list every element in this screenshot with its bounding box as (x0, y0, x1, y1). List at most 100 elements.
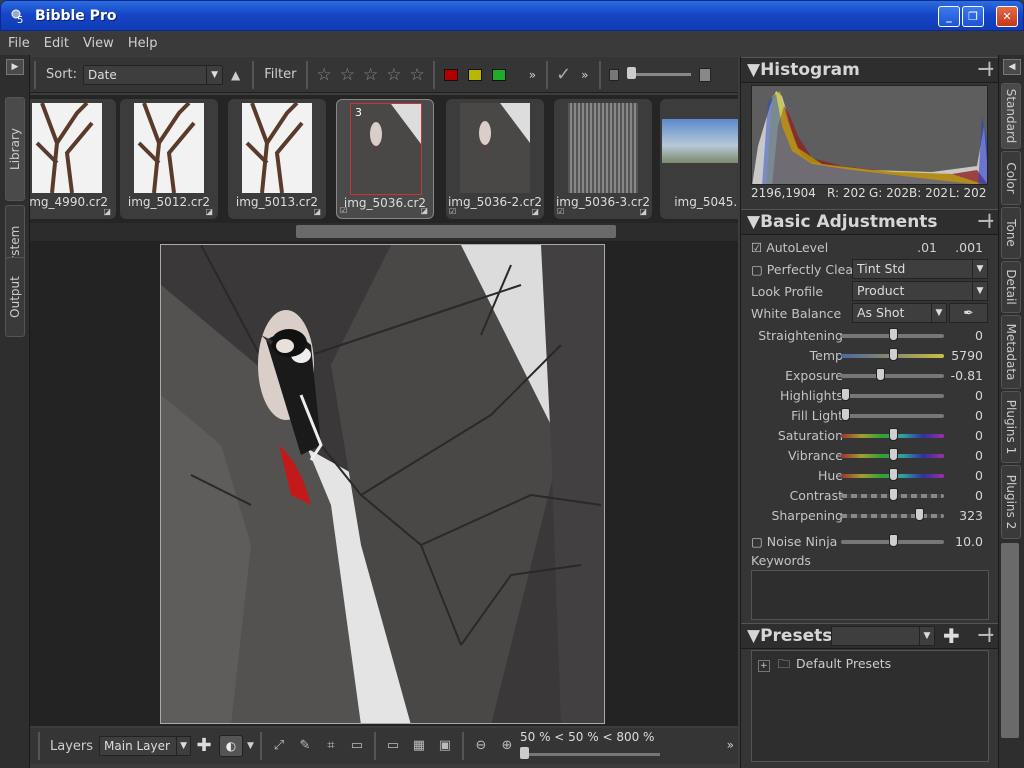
straighten-icon[interactable]: ▭ (347, 736, 367, 756)
selected-check-icon[interactable]: ☑ (449, 207, 456, 216)
tab-output[interactable]: Output (5, 257, 25, 337)
slider-knob[interactable] (915, 508, 925, 521)
slider-knob[interactable] (888, 468, 898, 481)
pin-icon[interactable]: ━╋ (979, 628, 993, 642)
slider-knob[interactable] (876, 368, 886, 381)
more-chevron-icon[interactable]: » (727, 738, 734, 752)
look-profile-select[interactable]: Product ▼ (852, 281, 988, 301)
eyedropper-button[interactable]: ✒ (949, 303, 988, 323)
tab-plugins-1[interactable]: Plugins 1 (1001, 391, 1021, 463)
slider-value[interactable]: 0 (975, 448, 983, 463)
thumb-size-slider[interactable] (626, 67, 691, 79)
pin-icon[interactable]: ━╋ (979, 214, 993, 228)
sort-select[interactable]: Date ▼ (83, 64, 224, 85)
thumb-size-knob[interactable] (626, 67, 636, 79)
autolevel-value-2[interactable]: .001 (955, 240, 983, 255)
eyedropper-icon[interactable]: ✎ (295, 736, 315, 756)
slider-value[interactable]: 0 (975, 488, 983, 503)
slider-knob[interactable] (888, 488, 898, 501)
crop-icon[interactable]: ⌗ (321, 736, 341, 756)
slider-knob[interactable] (888, 328, 898, 341)
slider-knob[interactable] (841, 388, 850, 401)
presets-header[interactable]: ▼Presets ▼ ✚ ━╋ (741, 623, 999, 649)
tab-standard[interactable]: Standard (1001, 83, 1021, 149)
thumbnail-item[interactable]: img_5013.cr2 ◪ (228, 99, 326, 219)
menu-help[interactable]: Help (128, 36, 158, 51)
star-rating-5-icon[interactable]: ☆ (409, 65, 424, 85)
color-label-red[interactable] (443, 68, 458, 81)
noise-ninja-value[interactable]: 10.0 (955, 534, 983, 549)
thumbnail-item[interactable]: img_5012.cr2 ◪ (120, 99, 218, 219)
thumbnail-scrollbar-thumb[interactable] (296, 225, 616, 238)
maximize-button[interactable]: ❐ (962, 6, 984, 27)
star-rating-2-icon[interactable]: ☆ (340, 65, 355, 85)
close-button[interactable]: ✕ (996, 6, 1018, 27)
thumbnail-item[interactable]: img_5036-3.cr2 ◪ ☑ (554, 99, 652, 219)
slider-value[interactable]: 0 (975, 328, 983, 343)
layer-select[interactable]: Main Layer ▼ (99, 736, 192, 756)
selected-check-icon[interactable]: ☑ (340, 206, 347, 215)
noise-ninja-checkbox[interactable]: ▢ (751, 534, 763, 549)
zoom-slider[interactable] (520, 747, 660, 759)
slider-value[interactable]: 0 (975, 408, 983, 423)
add-layer-icon[interactable]: ✚ (194, 736, 214, 756)
more-chevron-icon[interactable]: » (529, 68, 536, 82)
tab-tone[interactable]: Tone (1001, 207, 1021, 259)
slider-value[interactable]: 323 (959, 508, 983, 523)
keywords-field[interactable] (751, 570, 989, 620)
autolevel-value-1[interactable]: .01 (917, 240, 937, 255)
zoom-out-icon[interactable]: ⊖ (471, 736, 491, 756)
minimize-button[interactable]: _ (938, 6, 960, 27)
selected-check-icon[interactable]: ☑ (557, 207, 564, 216)
collapse-left-button[interactable]: ▶ (6, 59, 24, 75)
more-chevron-icon[interactable]: » (581, 68, 588, 82)
collapse-right-button[interactable]: ◀ (1003, 59, 1021, 75)
compare-icon[interactable]: ▦ (409, 736, 429, 756)
preset-folder-item[interactable]: + 🗀 Default Presets (758, 655, 891, 676)
thumbnail-scrollbar[interactable] (30, 223, 738, 241)
color-label-green[interactable] (491, 68, 506, 81)
checkmark-tag-icon[interactable]: ✓ (556, 64, 571, 85)
thumbnail-item[interactable]: img_5036-2.cr2 ◪ ☑ (446, 99, 544, 219)
tab-detail[interactable]: Detail (1001, 261, 1021, 313)
thumbnail-item[interactable]: img_4990.cr2 ◪ (30, 99, 116, 219)
panel-scrollbar[interactable] (1001, 543, 1019, 738)
slider-knob[interactable] (888, 348, 898, 361)
sort-order-up-icon[interactable]: ▲ (231, 68, 240, 82)
slider-track[interactable] (841, 414, 944, 418)
perfectly-clear-checkbox[interactable]: ▢ (751, 262, 763, 277)
tab-color[interactable]: Color (1001, 151, 1021, 205)
perfectly-clear-select[interactable]: Tint Std ▼ (852, 259, 988, 279)
presets-select[interactable]: ▼ (831, 626, 935, 646)
noise-ninja-knob[interactable] (888, 534, 898, 547)
slider-knob[interactable] (888, 428, 898, 441)
zoom-in-icon[interactable]: ⊕ (497, 736, 517, 756)
menu-view[interactable]: View (83, 36, 114, 51)
main-photo[interactable] (160, 244, 605, 724)
tab-plugins-2[interactable]: Plugins 2 (1001, 465, 1021, 539)
slider-value[interactable]: -0.81 (951, 368, 983, 383)
color-label-yellow[interactable] (467, 68, 482, 81)
histogram-header[interactable]: ▼Histogram ━╋ (741, 57, 999, 83)
pin-icon[interactable]: ━╋ (979, 62, 993, 76)
slider-value[interactable]: 0 (975, 428, 983, 443)
autolevel-checkbox[interactable]: ☑ (751, 240, 762, 255)
slider-knob[interactable] (841, 408, 850, 421)
star-rating-1-icon[interactable]: ☆ (316, 65, 331, 85)
monitor-icon[interactable]: ▭ (383, 736, 403, 756)
slider-value[interactable]: 5790 (951, 348, 983, 363)
brush-tool-icon[interactable]: ◐ (219, 735, 244, 757)
tab-library[interactable]: Library (5, 97, 25, 201)
slider-track[interactable] (841, 374, 944, 378)
expand-icon[interactable]: + (758, 660, 770, 672)
white-balance-select[interactable]: As Shot ▼ (852, 303, 947, 323)
slider-value[interactable]: 0 (975, 468, 983, 483)
chevron-down-icon[interactable]: ▼ (247, 741, 254, 751)
thumbnail-item[interactable]: 3 img_5036.cr2 ◪ ☑ (336, 99, 434, 219)
slider-track[interactable] (841, 514, 944, 518)
star-rating-4-icon[interactable]: ☆ (386, 65, 401, 85)
lock-icon[interactable]: ▣ (435, 736, 455, 756)
tab-metadata[interactable]: Metadata (1001, 315, 1021, 389)
menu-file[interactable]: File (8, 36, 30, 51)
add-preset-icon[interactable]: ✚ (943, 624, 960, 648)
